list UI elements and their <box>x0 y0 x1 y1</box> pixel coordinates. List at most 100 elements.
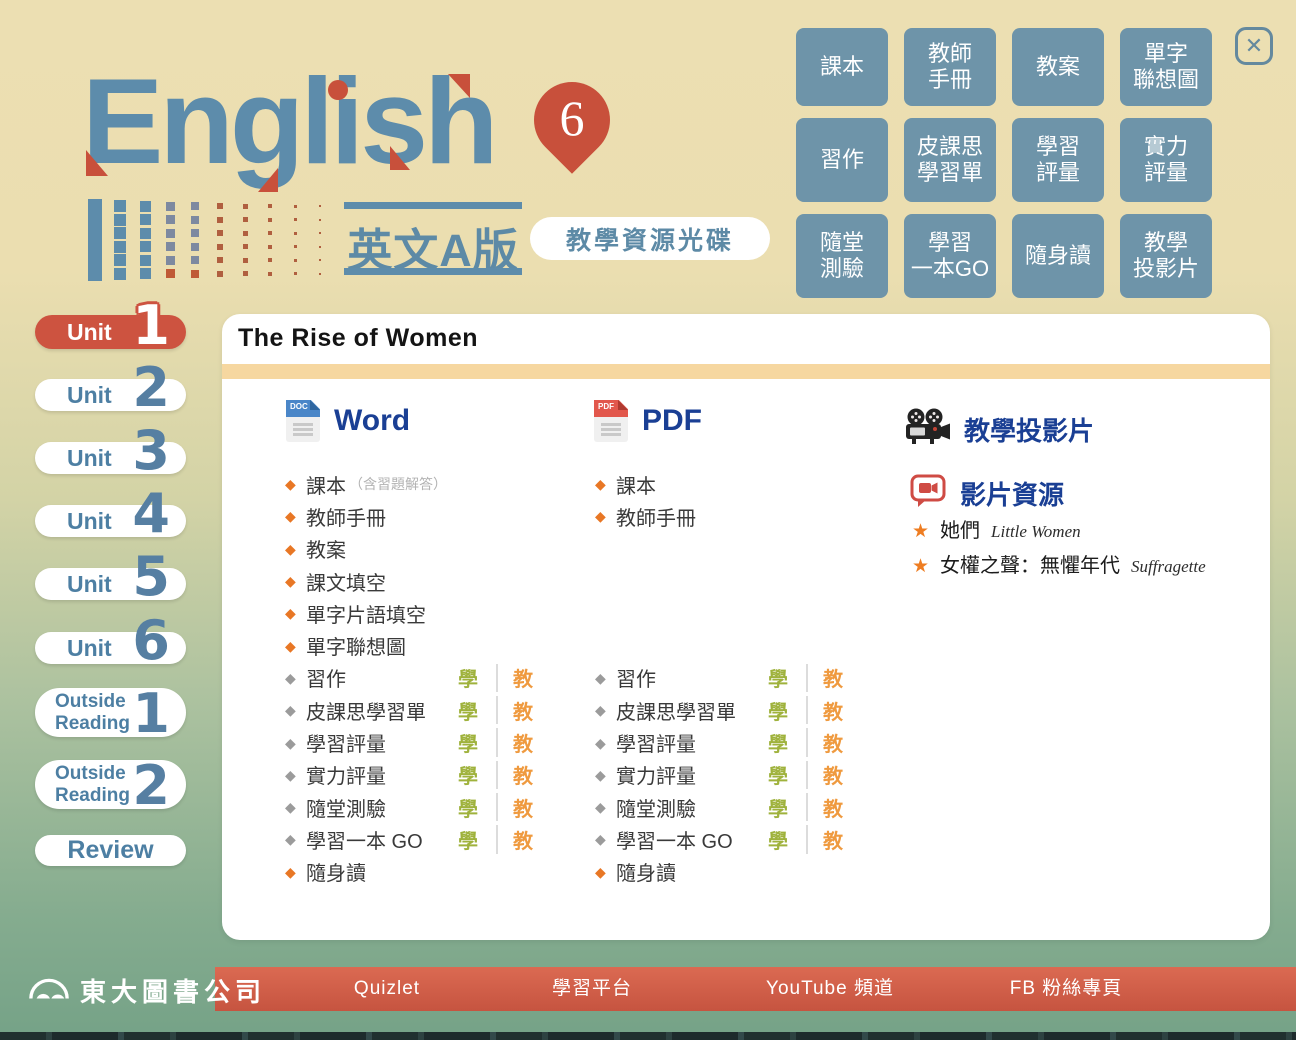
learn-button[interactable]: 學 <box>453 825 483 854</box>
item-note: （含習題解答） <box>349 474 447 494</box>
menu-button-3[interactable]: 教案 <box>1012 28 1104 106</box>
menu-button-10[interactable]: 學習 一本GO <box>904 214 996 298</box>
pdf-item-label[interactable]: 學習一本 GO <box>616 825 733 854</box>
teach-button[interactable]: 教 <box>508 663 538 692</box>
footer-link-1[interactable]: Quizlet <box>354 967 420 1011</box>
learn-button[interactable]: 學 <box>763 696 793 725</box>
pdf-item-label[interactable]: 實力評量 <box>616 760 696 789</box>
word-item-label[interactable]: 課文填空 <box>306 567 386 596</box>
teach-button[interactable]: 教 <box>508 728 538 757</box>
pdf-item-label[interactable]: 皮課思學習單 <box>616 696 736 725</box>
diamond-bullet-icon: ◆ <box>285 574 306 588</box>
pdf-section-header: PDF PDF <box>594 400 702 442</box>
word-item-label[interactable]: 隨堂測驗 <box>306 793 386 822</box>
teach-button[interactable]: 教 <box>818 663 848 692</box>
sidebar-item-unit-3[interactable]: Unit3 <box>35 442 186 474</box>
sidebar-item-unit-5[interactable]: Unit5 <box>35 568 186 600</box>
diamond-bullet-icon: ◆ <box>285 606 306 620</box>
footer-link-4[interactable]: FB 粉絲專頁 <box>1010 967 1123 1011</box>
sidebar-item-number: 4 <box>132 492 170 536</box>
word-item-label[interactable]: 教案 <box>306 534 346 563</box>
word-item-label[interactable]: 單字片語填空 <box>306 599 426 628</box>
diamond-bullet-icon: ◆ <box>285 832 306 846</box>
sidebar-item-review[interactable]: Review <box>35 835 186 866</box>
word-item-label[interactable]: 學習評量 <box>306 728 386 757</box>
word-item-label[interactable]: 教師手冊 <box>306 502 386 531</box>
learn-button[interactable]: 學 <box>453 793 483 822</box>
diamond-bullet-icon: ◆ <box>285 768 306 782</box>
sidebar-item-unit-4[interactable]: Unit4 <box>35 505 186 537</box>
footer-link-3[interactable]: YouTube 頻道 <box>766 967 894 1011</box>
slides-section-header: 教學投影片 <box>904 408 1094 451</box>
learn-button[interactable]: 學 <box>453 663 483 692</box>
menu-button-9[interactable]: 隨堂 測驗 <box>796 214 888 298</box>
star-icon: ★ <box>912 520 929 543</box>
learn-button[interactable]: 學 <box>453 760 483 789</box>
word-item: ◆單字片語填空 <box>285 597 560 629</box>
teach-button[interactable]: 教 <box>818 760 848 789</box>
menu-button-1[interactable]: 課本 <box>796 28 888 106</box>
action-divider <box>496 664 498 692</box>
teach-button[interactable]: 教 <box>508 825 538 854</box>
menu-button-5[interactable]: 習作 <box>796 118 888 202</box>
teach-button[interactable]: 教 <box>508 793 538 822</box>
teach-button[interactable]: 教 <box>818 793 848 822</box>
word-item-label[interactable]: 隨身讀 <box>306 857 366 886</box>
action-divider <box>806 728 808 756</box>
pdf-item-label[interactable]: 學習評量 <box>616 728 696 757</box>
pdf-item-label[interactable]: 習作 <box>616 663 656 692</box>
learn-button[interactable]: 學 <box>763 728 793 757</box>
word-item: ◆實力評量 學教 <box>285 759 560 791</box>
word-item-label[interactable]: 學習一本 GO <box>306 825 423 854</box>
video-item[interactable]: ★她們Little Women <box>912 514 1206 549</box>
sidebar-item-outside-reading-1[interactable]: Outside Reading1 <box>35 688 186 737</box>
title-divider-band <box>222 364 1270 379</box>
word-item-label[interactable]: 課本 <box>306 470 346 499</box>
learn-button[interactable]: 學 <box>453 728 483 757</box>
content-panel: The Rise of Women DOC Word PDF PDF <box>222 314 1270 940</box>
teach-button[interactable]: 教 <box>508 760 538 789</box>
word-item-label[interactable]: 實力評量 <box>306 760 386 789</box>
footer-link-2[interactable]: 學習平台 <box>552 967 632 1011</box>
pdf-item-label[interactable]: 隨堂測驗 <box>616 793 696 822</box>
menu-button-8[interactable]: 實力 評量 <box>1120 118 1212 202</box>
menu-button-12[interactable]: 教學 投影片 <box>1120 214 1212 298</box>
page-title: The Rise of Women <box>238 324 478 353</box>
pdf-icon-line <box>601 433 621 436</box>
video-item[interactable]: ★女權之聲：無懼年代Suffragette <box>912 549 1206 584</box>
learn-button[interactable]: 學 <box>763 663 793 692</box>
sidebar-item-unit-1[interactable]: Unit1 <box>35 315 186 349</box>
close-button[interactable]: ✕ <box>1235 27 1273 65</box>
dots-decoration <box>88 199 338 281</box>
learn-button[interactable]: 學 <box>763 825 793 854</box>
videos-section-header: 影片資源 <box>910 474 1064 513</box>
word-item-label[interactable]: 習作 <box>306 663 346 692</box>
menu-button-11[interactable]: 隨身讀 <box>1012 214 1104 298</box>
menu-button-6[interactable]: 皮課思 學習單 <box>904 118 996 202</box>
pdf-item-label[interactable]: 教師手冊 <box>616 502 696 531</box>
sidebar-item-label: Outside Reading <box>55 688 130 737</box>
learn-button[interactable]: 學 <box>453 696 483 725</box>
menu-button-2[interactable]: 教師 手冊 <box>904 28 996 106</box>
word-item: ◆學習一本 GO 學教 <box>285 823 560 855</box>
teach-button[interactable]: 教 <box>818 825 848 854</box>
learn-button[interactable]: 學 <box>763 760 793 789</box>
sidebar-item-unit-6[interactable]: Unit6 <box>35 632 186 664</box>
menu-button-7[interactable]: 學習 評量 <box>1012 118 1104 202</box>
word-item: ◆習作學教 <box>285 662 560 694</box>
diamond-bullet-icon: ◆ <box>285 865 306 879</box>
sidebar-item-number: 5 <box>132 555 170 599</box>
sidebar-item-outside-reading-2[interactable]: Outside Reading2 <box>35 760 186 809</box>
word-item-label[interactable]: 皮課思學習單 <box>306 696 426 725</box>
teach-button[interactable]: 教 <box>508 696 538 725</box>
videos-heading: 影片資源 <box>960 475 1064 512</box>
pdf-item-label[interactable]: 課本 <box>616 470 656 499</box>
sidebar-item-number: 2 <box>132 366 170 410</box>
word-item-label[interactable]: 單字聯想圖 <box>306 631 406 660</box>
teach-button[interactable]: 教 <box>818 728 848 757</box>
sidebar-item-unit-2[interactable]: Unit2 <box>35 379 186 411</box>
learn-button[interactable]: 學 <box>763 793 793 822</box>
pdf-item-label[interactable]: 隨身讀 <box>616 857 676 886</box>
menu-button-4[interactable]: 單字 聯想圖 <box>1120 28 1212 106</box>
teach-button[interactable]: 教 <box>818 696 848 725</box>
